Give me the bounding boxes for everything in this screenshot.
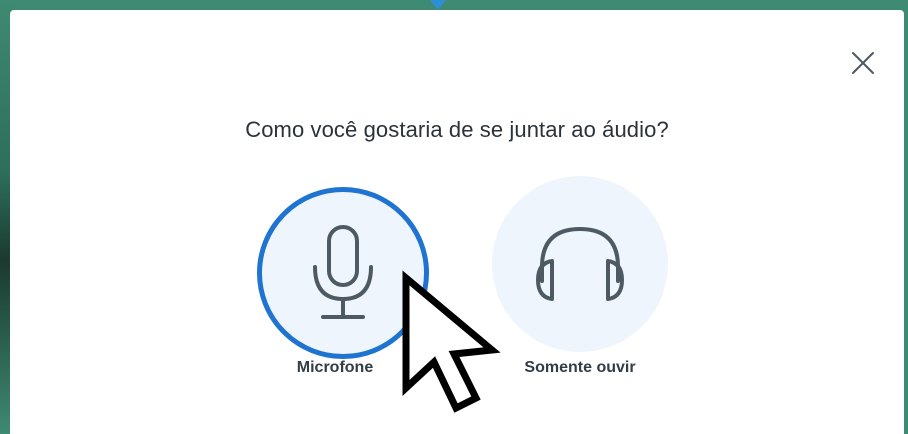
microphone-option-label: Microfone (296, 359, 374, 376)
join-audio-prompt: Como você gostaria de se juntar ao áudio… (245, 117, 669, 142)
close-button[interactable] (850, 50, 876, 76)
join-audio-modal: Como você gostaria de se juntar ao áudio… (10, 10, 904, 434)
microphone-option-button[interactable]: Microfone (253, 187, 433, 376)
listen-only-option-circle[interactable] (492, 176, 668, 352)
background-marker (430, 0, 446, 10)
listen-only-option-label: Somente ouvir (524, 359, 636, 376)
close-icon (852, 52, 874, 74)
listen-only-option-button[interactable]: Somente ouvir (490, 176, 670, 376)
microphone-option-circle[interactable] (257, 187, 429, 359)
microphone-icon (313, 225, 373, 319)
headphones-icon (536, 226, 624, 301)
